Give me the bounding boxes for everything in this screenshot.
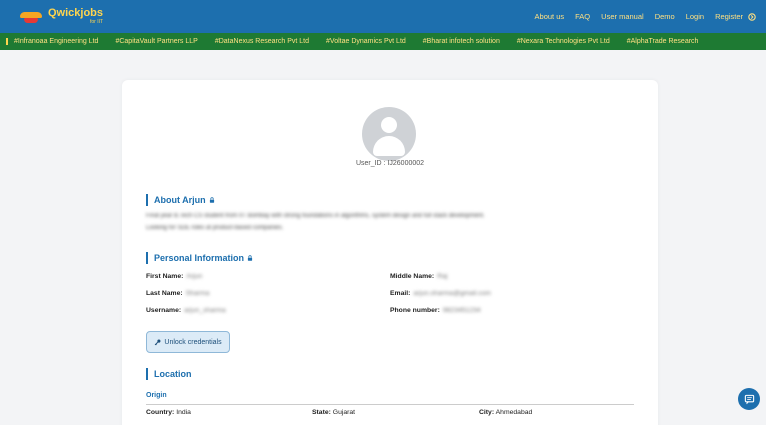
ticker-item[interactable]: #Infranoaa Engineering Ltd — [14, 38, 98, 45]
email-value: arjun.sharma@gmail.com — [413, 290, 491, 297]
nav-user-manual[interactable]: User manual — [601, 12, 644, 21]
about-text-line: Final year B.Tech CS student from IIT Bo… — [146, 213, 485, 219]
ticker-item[interactable]: #DataNexus Research Pvt Ltd — [215, 38, 309, 45]
profile-card: User_ID : IJ26000002 About Arjun Final y… — [122, 80, 658, 425]
nav-faq[interactable]: FAQ — [575, 12, 590, 21]
username-value: arjun_sharma — [184, 307, 226, 314]
key-icon — [155, 339, 161, 345]
ticker-item[interactable]: #Voltae Dynamics Pvt Ltd — [326, 38, 406, 45]
last-name-field: Last Name: Sharma — [146, 290, 209, 297]
nav-register[interactable]: Register — [715, 12, 743, 21]
ticker-item[interactable]: #AlphaTrade Research — [627, 38, 699, 45]
middle-name-label: Middle Name: — [390, 273, 435, 280]
email-field: Email: arjun.sharma@gmail.com — [390, 290, 491, 297]
location-title-text: Location — [154, 369, 192, 379]
last-name-value: Sharma — [185, 290, 210, 297]
nav-login[interactable]: Login — [686, 12, 704, 21]
state-label: State: — [312, 409, 331, 416]
username-label: Username: — [146, 307, 182, 314]
nav-links: About us FAQ User manual Demo Login Regi… — [524, 0, 756, 33]
ticker-item[interactable]: #Nexara Technologies Pvt Ltd — [517, 38, 610, 45]
qwickjobs-logo-icon — [20, 9, 42, 25]
brand-logo[interactable]: Qwickjobs for IIT — [20, 8, 103, 25]
unlock-credentials-button[interactable]: Unlock credentials — [146, 331, 230, 353]
unlock-button-label: Unlock credentials — [164, 338, 222, 346]
personal-info-title-text: Personal Information — [154, 253, 245, 263]
nav-demo[interactable]: Demo — [655, 12, 675, 21]
city-value: Ahmedabad — [495, 409, 533, 416]
first-name-label: First Name: — [146, 273, 184, 280]
middle-name-field: Middle Name: Raj — [390, 273, 447, 280]
city-label: City: — [479, 409, 495, 416]
lock-icon — [209, 197, 214, 203]
first-name-value: Arjun — [186, 273, 203, 280]
about-title-text: About Arjun — [154, 195, 206, 205]
company-ticker: #Infranoaa Engineering Ltd #CapitaVault … — [0, 33, 766, 50]
username-field: Username: arjun_sharma — [146, 307, 226, 314]
phone-field: Phone number: 9823451234 — [390, 307, 481, 314]
chat-icon — [744, 394, 754, 404]
nav-about-us[interactable]: About us — [535, 12, 565, 21]
phone-value: 9823451234 — [442, 307, 481, 314]
country-value: India — [176, 409, 191, 416]
user-id: User_ID : IJ26000002 — [355, 160, 425, 167]
ticker-item[interactable]: #CapitaVault Partners LLP — [115, 38, 197, 45]
country-label: Country: — [146, 409, 175, 416]
about-text-line: Looking for SDE roles at product-based c… — [146, 225, 284, 231]
lock-icon — [247, 255, 253, 261]
middle-name-value: Raj — [437, 273, 448, 280]
avatar — [362, 107, 416, 161]
about-section-title: About Arjun — [146, 194, 215, 206]
navbar: Qwickjobs for IIT About us FAQ User manu… — [0, 0, 766, 33]
brand-name: Qwickjobs — [48, 7, 104, 19]
chat-button[interactable] — [738, 388, 760, 410]
phone-label: Phone number: — [390, 307, 440, 314]
personal-info-title: Personal Information — [146, 252, 253, 264]
city-field: City: Ahmedabad — [479, 409, 532, 416]
state-value: Gujarat — [332, 409, 356, 416]
location-section-title: Location — [146, 368, 192, 380]
last-name-label: Last Name: — [146, 290, 183, 297]
ticker-separator — [6, 38, 8, 45]
ticker-item[interactable]: #Bharat infotech solution — [423, 38, 500, 45]
country-field: Country: India — [146, 409, 191, 416]
brand-tagline: for IIT — [89, 19, 104, 25]
origin-label: Origin — [146, 392, 167, 399]
state-field: State: Gujarat — [312, 409, 355, 416]
divider — [146, 404, 634, 405]
email-label: Email: — [390, 290, 411, 297]
first-name-field: First Name: Arjun — [146, 273, 202, 280]
login-icon[interactable] — [748, 12, 756, 21]
